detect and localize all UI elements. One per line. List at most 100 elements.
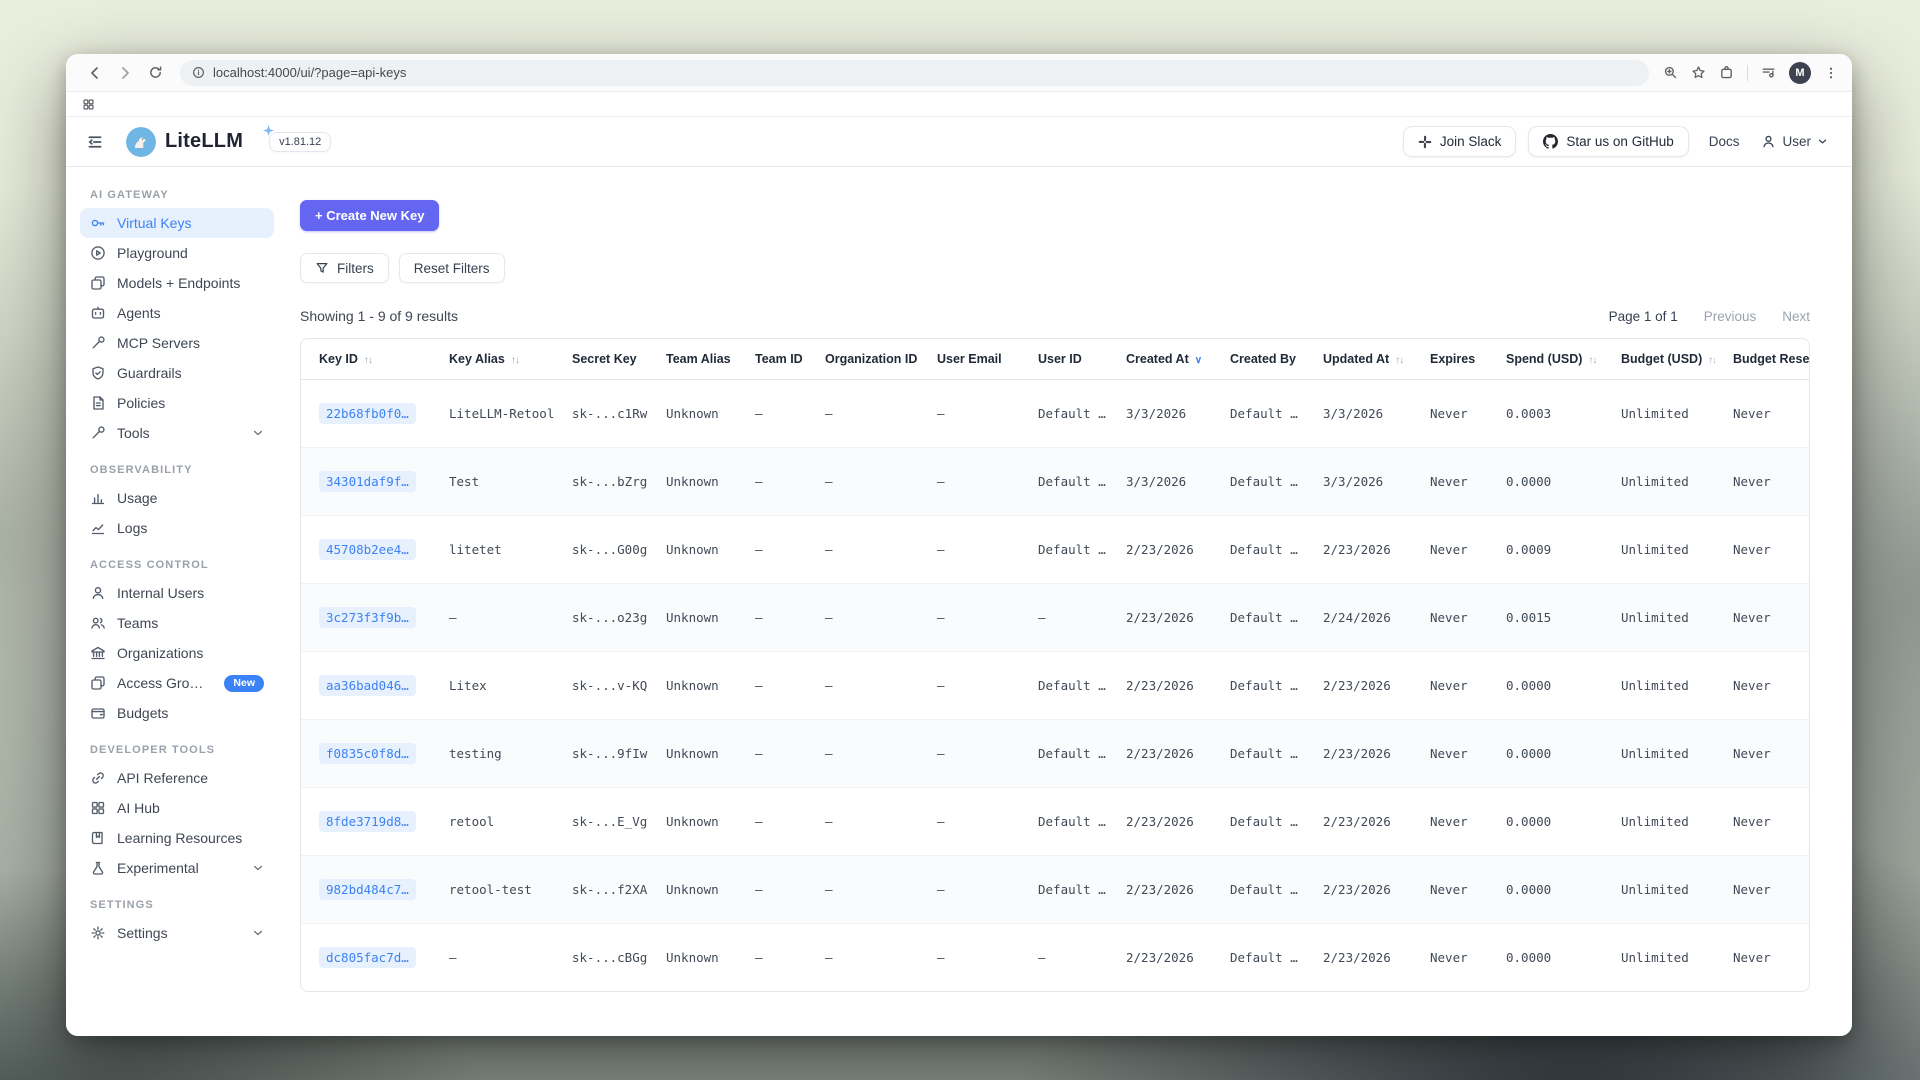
column-header-spend-usd[interactable]: Spend (USD)↑↓: [1488, 339, 1603, 379]
cell-updated-at: 2/23/2026: [1305, 855, 1412, 923]
cell-key-alias: testing: [431, 719, 554, 787]
sort-arrows-icon[interactable]: ↑↓: [1395, 355, 1403, 366]
table-row[interactable]: 45708b2ee4…litetetsk-...G00gUnknown–––De…: [301, 515, 1810, 583]
column-header-team-id[interactable]: Team ID: [737, 339, 807, 379]
docs-link[interactable]: Docs: [1709, 134, 1740, 149]
column-header-user-email[interactable]: User Email: [919, 339, 1020, 379]
sidebar-item-internal-users[interactable]: Internal Users: [80, 578, 274, 608]
key-id-link[interactable]: 982bd484c7…: [319, 879, 416, 900]
table-row[interactable]: aa36bad046…Litexsk-...v-KQUnknown–––Defa…: [301, 651, 1810, 719]
column-header-secret-key[interactable]: Secret Key: [554, 339, 648, 379]
sort-desc-icon[interactable]: ∨: [1195, 355, 1202, 366]
table-row[interactable]: 22b68fb0f0…LiteLLM-Retoolsk-...c1RwUnkno…: [301, 379, 1810, 447]
browser-menu-icon[interactable]: [1824, 66, 1838, 80]
table-row[interactable]: 8fde3719d8…retoolsk-...E_VgUnknown–––Def…: [301, 787, 1810, 855]
key-id-link[interactable]: 45708b2ee4…: [319, 539, 416, 560]
sidebar-item-organizations[interactable]: Organizations: [80, 638, 274, 668]
create-new-key-button[interactable]: + Create New Key: [300, 200, 439, 231]
sort-arrows-icon[interactable]: ↑↓: [1708, 355, 1715, 366]
cell-created-at: 2/23/2026: [1108, 651, 1212, 719]
table-row[interactable]: f0835c0f8d…testingsk-...9fIwUnknown–––De…: [301, 719, 1810, 787]
sidebar-item-usage[interactable]: Usage: [80, 483, 274, 513]
column-header-user-id[interactable]: User ID: [1020, 339, 1108, 379]
site-info-icon[interactable]: [192, 66, 205, 79]
sidebar-item-playground[interactable]: Playground: [80, 238, 274, 268]
column-header-updated-at[interactable]: Updated At↑↓: [1305, 339, 1412, 379]
back-icon[interactable]: [82, 60, 108, 86]
sort-arrows-icon[interactable]: ↑↓: [364, 355, 372, 366]
join-slack-button[interactable]: Join Slack: [1403, 126, 1517, 157]
column-header-created-by[interactable]: Created By: [1212, 339, 1305, 379]
sidebar-item-tools[interactable]: Tools: [80, 418, 274, 448]
next-button[interactable]: Next: [1782, 309, 1810, 324]
cell-budget-reset: Never: [1715, 515, 1810, 583]
column-header-key-id[interactable]: Key ID↑↓: [301, 339, 431, 379]
sidebar-item-policies[interactable]: Policies: [80, 388, 274, 418]
table-row[interactable]: 34301daf9f…Testsk-...bZrgUnknown–––Defau…: [301, 447, 1810, 515]
forward-icon[interactable]: [112, 60, 138, 86]
sidebar-item-ai-hub[interactable]: AI Hub: [80, 793, 274, 823]
filters-button[interactable]: Filters: [300, 253, 389, 283]
sidebar-collapse-icon[interactable]: [86, 133, 104, 151]
cell-user-id: Default …: [1020, 719, 1108, 787]
column-header-budget-usd[interactable]: Budget (USD)↑↓: [1603, 339, 1715, 379]
previous-button[interactable]: Previous: [1704, 309, 1757, 324]
column-header-budget-reset[interactable]: Budget Reset: [1715, 339, 1810, 379]
extensions-icon[interactable]: [1719, 65, 1734, 80]
sidebar-item-experimental[interactable]: Experimental: [80, 853, 274, 883]
reload-icon[interactable]: [142, 60, 168, 86]
key-id-link[interactable]: dc805fac7d…: [319, 947, 416, 968]
media-controls-icon[interactable]: [1761, 65, 1776, 80]
gear-icon: [90, 925, 106, 941]
key-id-link[interactable]: 3c273f3f9b…: [319, 607, 416, 628]
sort-arrows-icon[interactable]: ↑↓: [511, 355, 519, 366]
cell-budget: Unlimited: [1603, 515, 1715, 583]
table-row[interactable]: dc805fac7d…–sk-...cBGgUnknown––––2/23/20…: [301, 923, 1810, 991]
sidebar-item-guardrails[interactable]: Guardrails: [80, 358, 274, 388]
sidebar-item-virtual-keys[interactable]: Virtual Keys: [80, 208, 274, 238]
cell-team-id: –: [737, 719, 807, 787]
key-id-link[interactable]: 8fde3719d8…: [319, 811, 416, 832]
key-id-link[interactable]: 22b68fb0f0…: [319, 403, 416, 424]
bookmark-star-icon[interactable]: [1691, 65, 1706, 80]
column-header-key-alias[interactable]: Key Alias↑↓: [431, 339, 554, 379]
key-id-link[interactable]: f0835c0f8d…: [319, 743, 416, 764]
sidebar-item-logs[interactable]: Logs: [80, 513, 274, 543]
sidebar-item-learning-resources[interactable]: Learning Resources: [80, 823, 274, 853]
sidebar-item-label: Internal Users: [117, 585, 204, 601]
reset-filters-button[interactable]: Reset Filters: [399, 253, 505, 283]
cell-spend: 0.0000: [1488, 651, 1603, 719]
sidebar-item-models-endpoints[interactable]: Models + Endpoints: [80, 268, 274, 298]
user-menu[interactable]: User: [1761, 134, 1828, 149]
version-badge: v1.81.12: [269, 132, 331, 152]
browser-profile-avatar[interactable]: M: [1789, 62, 1811, 84]
key-id-link[interactable]: aa36bad046…: [319, 675, 416, 696]
zoom-icon[interactable]: [1663, 65, 1678, 80]
sidebar-item-mcp-servers[interactable]: MCP Servers: [80, 328, 274, 358]
sidebar-item-access-groups[interactable]: Access GroupsNew: [80, 668, 274, 698]
sidebar-item-settings[interactable]: Settings: [80, 918, 274, 948]
star-github-button[interactable]: Star us on GitHub: [1528, 126, 1688, 157]
sidebar-item-budgets[interactable]: Budgets: [80, 698, 274, 728]
key-id-link[interactable]: 34301daf9f…: [319, 471, 416, 492]
cell-created-by: Default …: [1212, 855, 1305, 923]
sidebar-section-label: OBSERVABILITY: [90, 464, 264, 476]
key-icon: [90, 215, 106, 231]
sidebar-item-teams[interactable]: Teams: [80, 608, 274, 638]
table-row[interactable]: 3c273f3f9b…–sk-...o23gUnknown––––2/23/20…: [301, 583, 1810, 651]
bank-icon: [90, 645, 106, 661]
url-bar[interactable]: localhost:4000/ui/?page=api-keys: [180, 60, 1649, 86]
cell-team-id: –: [737, 515, 807, 583]
sidebar-item-agents[interactable]: Agents: [80, 298, 274, 328]
cell-spend: 0.0000: [1488, 447, 1603, 515]
tab-groups-grid-icon[interactable]: [82, 98, 95, 111]
column-header-team-alias[interactable]: Team Alias: [648, 339, 737, 379]
column-header-organization-id[interactable]: Organization ID: [807, 339, 919, 379]
sidebar-item-api-reference[interactable]: API Reference: [80, 763, 274, 793]
cell-budget: Unlimited: [1603, 379, 1715, 447]
column-header-created-at[interactable]: Created At∨: [1108, 339, 1212, 379]
cell-budget-reset: Never: [1715, 719, 1810, 787]
table-row[interactable]: 982bd484c7…retool-testsk-...f2XAUnknown–…: [301, 855, 1810, 923]
sort-arrows-icon[interactable]: ↑↓: [1588, 355, 1596, 366]
column-header-expires[interactable]: Expires: [1412, 339, 1488, 379]
